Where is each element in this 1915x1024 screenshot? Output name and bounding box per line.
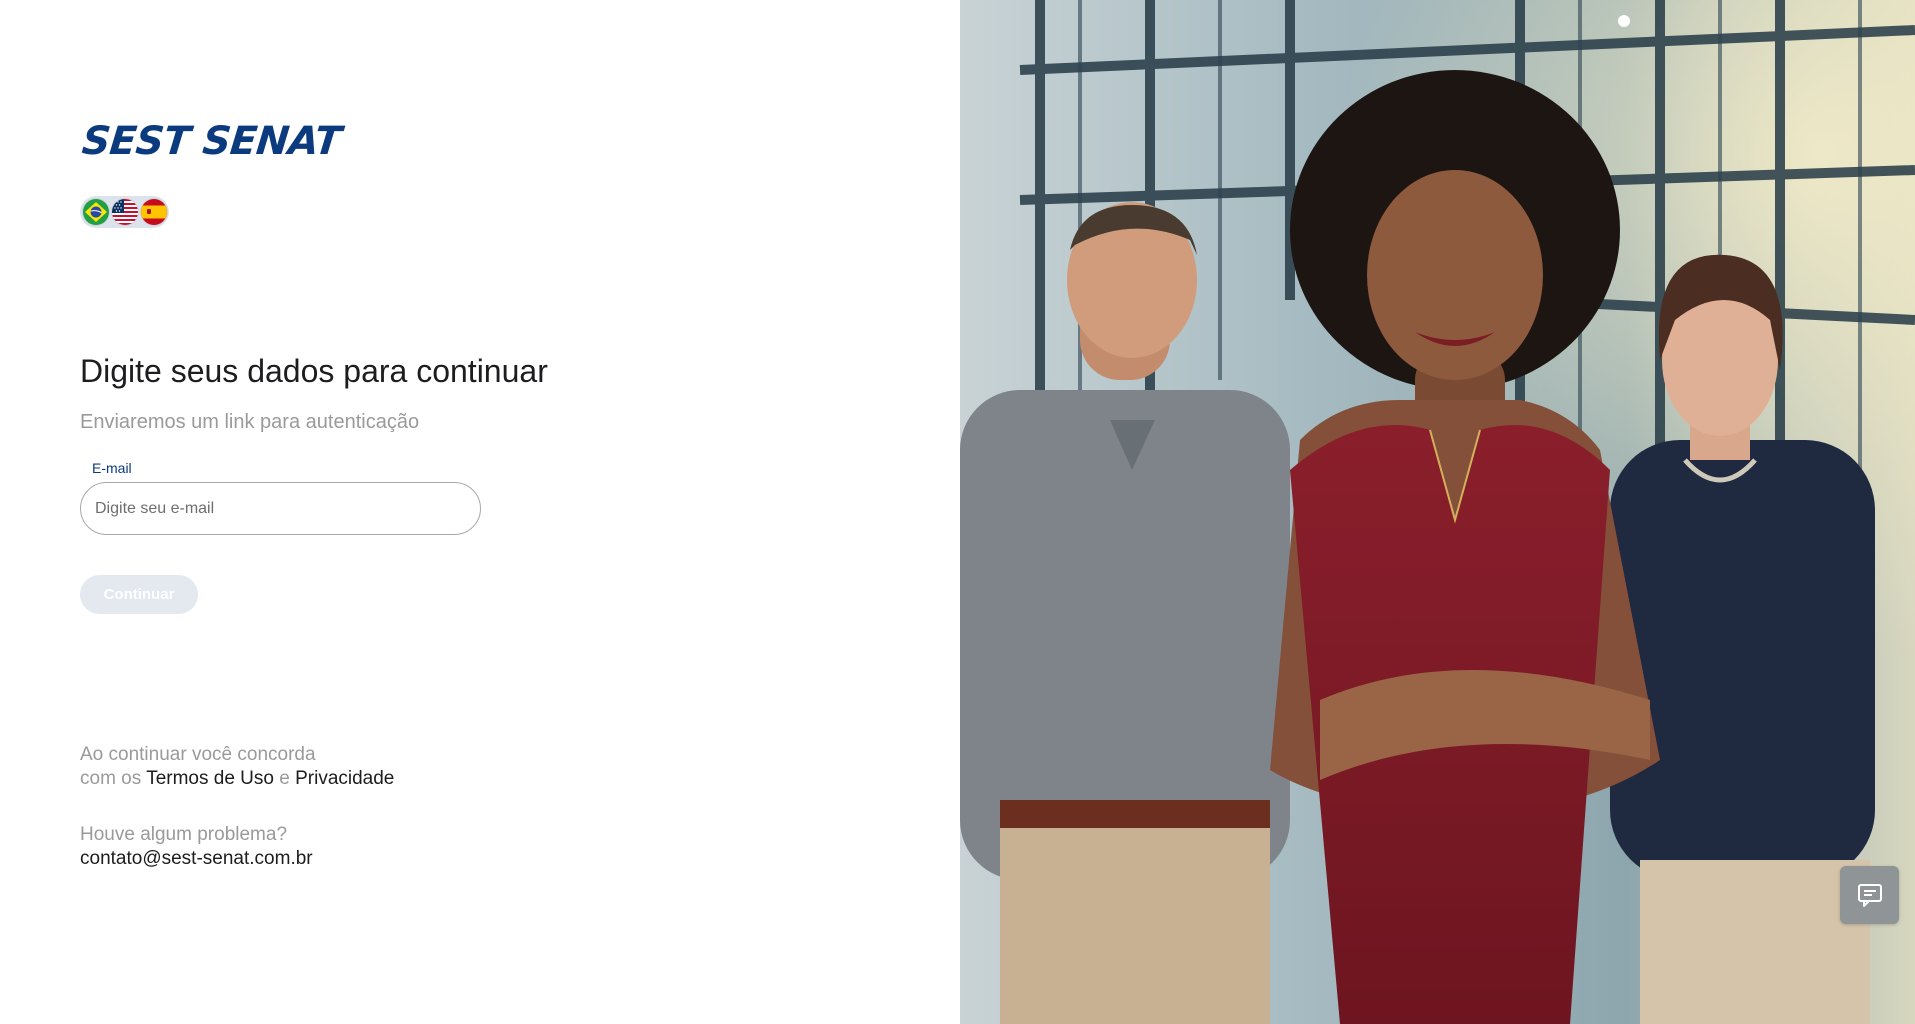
spain-flag-icon[interactable] <box>141 199 167 225</box>
login-panel: SEST SENAT Digite seus dados para contin… <box>0 0 960 1024</box>
terms-conjunction: e <box>273 768 296 789</box>
privacy-link[interactable]: Privacidade <box>295 768 394 789</box>
terms-line-1: Ao continuar você concorda <box>80 744 316 765</box>
terms-notice: Ao continuar você concorda com os Termos… <box>80 743 394 791</box>
language-selector <box>80 196 169 228</box>
usa-flag-icon[interactable] <box>112 199 138 225</box>
terms-line-2: com os Termos de Uso e Privacidade <box>80 767 394 791</box>
help-section: Houve algum problema? contato@sest-senat… <box>80 823 313 871</box>
terms-prefix: com os <box>80 768 147 789</box>
sest-senat-logo: SEST SENAT <box>79 119 344 164</box>
email-label: E-mail <box>92 460 132 476</box>
page-subtitle: Enviaremos um link para autenticação <box>80 411 420 433</box>
chat-feedback-icon <box>1857 884 1882 907</box>
help-question: Houve algum problema? <box>80 824 288 845</box>
continue-button[interactable]: Continuar <box>80 575 198 614</box>
chat-button[interactable] <box>1840 866 1899 924</box>
email-input[interactable] <box>80 482 481 535</box>
page-title: Digite seus dados para continuar <box>80 353 548 389</box>
hero-photo <box>960 0 1915 1024</box>
brazil-flag-icon[interactable] <box>83 199 109 225</box>
contact-email-link[interactable]: contato@sest-senat.com.br <box>80 848 313 869</box>
hero-photo-illustration <box>960 0 1915 1024</box>
terms-of-use-link[interactable]: Termos de Uso <box>146 768 274 789</box>
